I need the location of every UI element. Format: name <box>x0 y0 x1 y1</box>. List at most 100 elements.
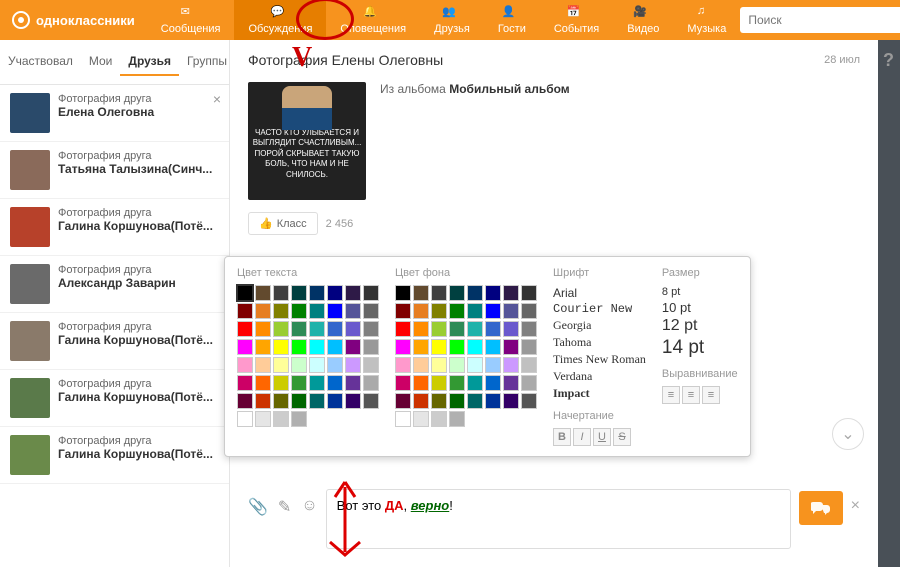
color-swatch[interactable] <box>521 303 537 319</box>
strike-button[interactable]: S <box>613 428 631 446</box>
size-option[interactable]: 8 pt <box>662 285 738 299</box>
nav-friends[interactable]: 👥Друзья <box>420 0 484 40</box>
color-swatch[interactable] <box>327 393 343 409</box>
send-button[interactable] <box>799 491 843 525</box>
color-swatch[interactable] <box>431 303 447 319</box>
color-swatch[interactable] <box>467 339 483 355</box>
color-swatch[interactable] <box>291 411 307 427</box>
color-swatch[interactable] <box>485 375 501 391</box>
color-swatch[interactable] <box>291 303 307 319</box>
align-right-button[interactable]: ≡ <box>702 386 720 404</box>
align-left-button[interactable]: ≡ <box>662 386 680 404</box>
color-swatch[interactable] <box>485 321 501 337</box>
color-swatch[interactable] <box>363 357 379 373</box>
color-swatch[interactable] <box>485 357 501 373</box>
color-swatch[interactable] <box>309 339 325 355</box>
color-swatch[interactable] <box>255 375 271 391</box>
color-swatch[interactable] <box>237 393 253 409</box>
color-swatch[interactable] <box>413 285 429 301</box>
color-swatch[interactable] <box>327 321 343 337</box>
color-swatch[interactable] <box>345 321 361 337</box>
color-swatch[interactable] <box>521 339 537 355</box>
search-input[interactable] <box>748 13 900 27</box>
color-swatch[interactable] <box>413 411 429 427</box>
color-swatch[interactable] <box>327 285 343 301</box>
search-box[interactable] <box>740 7 900 33</box>
nav-discussions[interactable]: 💬Обсуждения <box>234 0 326 40</box>
tab-Группы[interactable]: Группы <box>179 48 230 76</box>
font-option[interactable]: Arial <box>553 285 646 301</box>
color-swatch[interactable] <box>363 285 379 301</box>
close-icon[interactable]: × <box>213 91 221 107</box>
color-swatch[interactable] <box>503 393 519 409</box>
color-swatch[interactable] <box>345 375 361 391</box>
font-option[interactable]: Impact <box>553 385 646 402</box>
nav-notifications[interactable]: 🔔Оповещения <box>326 0 420 40</box>
friend-item[interactable]: Фотография другаГалина Коршунова(Потё... <box>0 427 229 484</box>
font-option[interactable]: Times New Roman <box>553 351 646 368</box>
color-swatch[interactable] <box>413 375 429 391</box>
color-swatch[interactable] <box>345 339 361 355</box>
color-swatch[interactable] <box>291 285 307 301</box>
color-swatch[interactable] <box>273 303 289 319</box>
color-swatch[interactable] <box>521 393 537 409</box>
color-swatch[interactable] <box>363 393 379 409</box>
color-swatch[interactable] <box>431 375 447 391</box>
brand-logo[interactable]: одноклассники <box>0 11 147 29</box>
color-swatch[interactable] <box>327 303 343 319</box>
color-swatch[interactable] <box>431 321 447 337</box>
color-swatch[interactable] <box>521 321 537 337</box>
color-swatch[interactable] <box>395 303 411 319</box>
color-swatch[interactable] <box>413 321 429 337</box>
underline-button[interactable]: U <box>593 428 611 446</box>
friend-item[interactable]: Фотография другаГалина Коршунова(Потё... <box>0 313 229 370</box>
color-swatch[interactable] <box>449 321 465 337</box>
color-swatch[interactable] <box>309 357 325 373</box>
color-swatch[interactable] <box>503 357 519 373</box>
color-swatch[interactable] <box>449 393 465 409</box>
attach-icon[interactable]: 📎 <box>248 497 268 517</box>
color-swatch[interactable] <box>395 411 411 427</box>
color-swatch[interactable] <box>467 285 483 301</box>
color-swatch[interactable] <box>449 303 465 319</box>
color-swatch[interactable] <box>521 375 537 391</box>
color-swatch[interactable] <box>521 357 537 373</box>
align-center-button[interactable]: ≡ <box>682 386 700 404</box>
color-swatch[interactable] <box>273 321 289 337</box>
color-swatch[interactable] <box>503 339 519 355</box>
color-swatch[interactable] <box>503 321 519 337</box>
color-swatch[interactable] <box>273 393 289 409</box>
color-swatch[interactable] <box>521 285 537 301</box>
italic-button[interactable]: I <box>573 428 591 446</box>
collapse-button[interactable]: ⌄ <box>832 418 864 450</box>
friend-item[interactable]: Фотография другаАлександр Заварин <box>0 256 229 313</box>
color-swatch[interactable] <box>273 357 289 373</box>
like-button[interactable]: 👍 Класс <box>248 212 318 235</box>
color-swatch[interactable] <box>291 339 307 355</box>
friend-item[interactable]: Фотография другаГалина Коршунова(Потё... <box>0 370 229 427</box>
friend-item[interactable]: Фотография другаГалина Коршунова(Потё... <box>0 199 229 256</box>
format-icon[interactable]: ✎ <box>278 497 291 517</box>
color-swatch[interactable] <box>309 321 325 337</box>
color-swatch[interactable] <box>431 411 447 427</box>
color-swatch[interactable] <box>327 375 343 391</box>
color-swatch[interactable] <box>255 411 271 427</box>
color-swatch[interactable] <box>485 393 501 409</box>
color-swatch[interactable] <box>255 393 271 409</box>
color-swatch[interactable] <box>395 357 411 373</box>
color-swatch[interactable] <box>291 393 307 409</box>
color-swatch[interactable] <box>485 303 501 319</box>
color-swatch[interactable] <box>413 303 429 319</box>
font-option[interactable]: Courier New <box>553 301 646 317</box>
color-swatch[interactable] <box>309 285 325 301</box>
color-swatch[interactable] <box>503 375 519 391</box>
tab-Участвовал[interactable]: Участвовал <box>0 48 81 76</box>
color-swatch[interactable] <box>237 303 253 319</box>
color-swatch[interactable] <box>363 321 379 337</box>
color-swatch[interactable] <box>467 321 483 337</box>
color-swatch[interactable] <box>345 303 361 319</box>
color-swatch[interactable] <box>237 321 253 337</box>
color-swatch[interactable] <box>395 375 411 391</box>
right-panel-collapsed[interactable] <box>878 40 900 567</box>
color-swatch[interactable] <box>485 285 501 301</box>
